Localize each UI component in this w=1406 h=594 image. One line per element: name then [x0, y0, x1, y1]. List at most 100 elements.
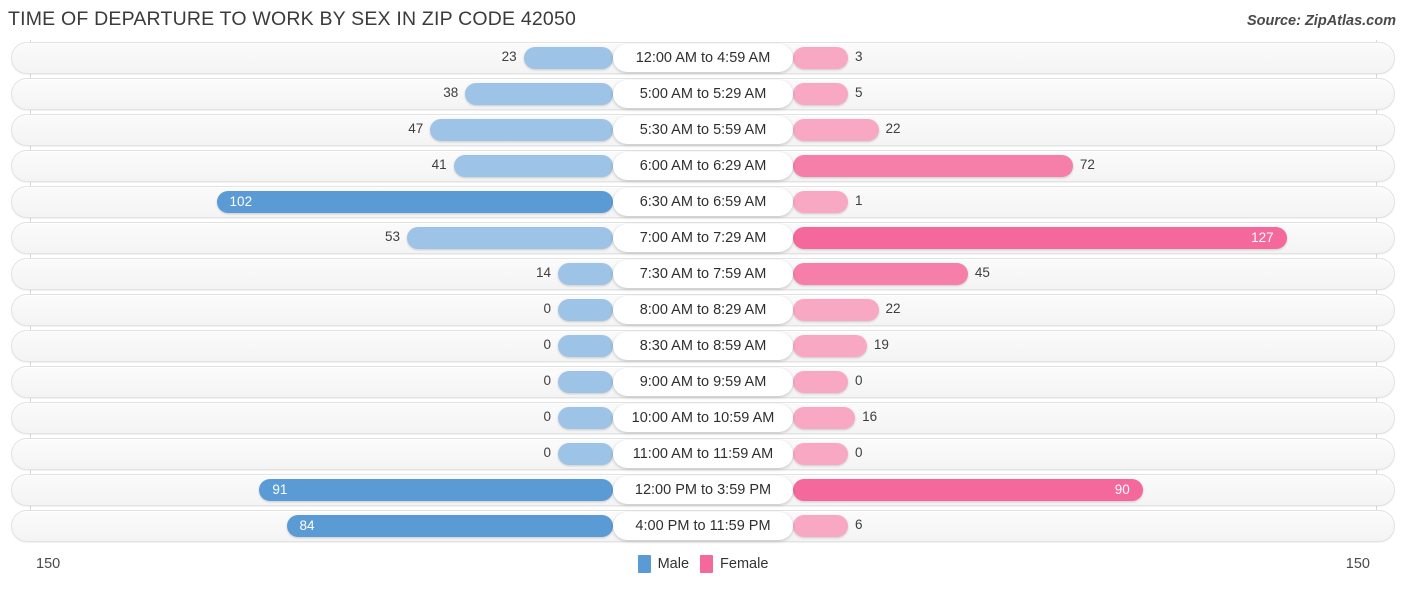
category-label: 7:00 AM to 7:29 AM [613, 224, 793, 252]
bar-female[interactable] [793, 155, 1073, 177]
bar-female[interactable] [793, 407, 856, 429]
bar-female[interactable] [793, 191, 848, 213]
bar-value-male: 0 [543, 373, 551, 388]
chart-footer: 150 150 Male Female [0, 548, 1406, 594]
bar-value-female: 3 [855, 49, 863, 64]
bar-male[interactable]: 102 [216, 191, 613, 213]
row-bars: 53 127 7:00 AM to 7:29 AM [0, 220, 1406, 256]
legend-label-male: Male [657, 556, 690, 572]
row-bars: 0 16 10:00 AM to 10:59 AM [0, 400, 1406, 436]
bar-female[interactable]: 127 [793, 227, 1287, 249]
bar-value-male: 0 [543, 445, 551, 460]
row-bars: 0 0 9:00 AM to 9:59 AM [0, 364, 1406, 400]
bar-male[interactable] [558, 371, 613, 393]
row-bars: 102 1 6:30 AM to 6:59 AM [0, 184, 1406, 220]
bar-value-female: 45 [974, 265, 990, 280]
category-label: 4:00 PM to 11:59 PM [613, 512, 793, 540]
chart-legend: Male Female [0, 555, 1406, 573]
bar-value-male: 14 [535, 265, 551, 280]
bar-female[interactable] [793, 263, 968, 285]
bar-value-female: 0 [855, 373, 863, 388]
bar-value-male: 84 [299, 518, 315, 534]
bar-value-male: 53 [384, 229, 401, 244]
row-bars: 14 45 7:30 AM to 7:59 AM [0, 256, 1406, 292]
category-label: 12:00 AM to 4:59 AM [613, 44, 793, 72]
bar-male[interactable]: 84 [286, 515, 613, 537]
chart-row: 14 45 7:30 AM to 7:59 AM [0, 256, 1406, 292]
bar-value-male: 47 [408, 121, 424, 136]
row-bars: 41 72 6:00 AM to 6:29 AM [0, 148, 1406, 184]
category-label: 11:00 AM to 11:59 AM [613, 440, 793, 468]
female-color-swatch-icon [700, 555, 714, 573]
bar-value-male: 0 [543, 301, 551, 316]
chart-row: 38 5 5:00 AM to 5:29 AM [0, 76, 1406, 112]
bar-value-female: 16 [862, 409, 878, 424]
chart-row: 0 19 8:30 AM to 8:59 AM [0, 328, 1406, 364]
bar-male[interactable] [407, 227, 613, 249]
bar-value-male: 0 [543, 337, 551, 352]
source-attribution: Source: ZipAtlas.com [1246, 13, 1396, 29]
bar-value-female: 127 [1251, 230, 1274, 246]
row-bars: 91 90 12:00 PM to 3:59 PM [0, 472, 1406, 508]
category-label: 8:30 AM to 8:59 AM [613, 332, 793, 360]
chart-row: 102 1 6:30 AM to 6:59 AM [0, 184, 1406, 220]
bar-female[interactable] [793, 83, 848, 105]
bar-female[interactable] [793, 515, 848, 537]
bar-value-male: 102 [229, 194, 253, 210]
bar-value-male: 0 [543, 409, 551, 424]
bar-value-female: 22 [885, 301, 901, 316]
bar-female[interactable] [793, 47, 848, 69]
chart-row: 53 127 7:00 AM to 7:29 AM [0, 220, 1406, 256]
category-label: 6:30 AM to 6:59 AM [613, 188, 793, 216]
category-label: 10:00 AM to 10:59 AM [613, 404, 793, 432]
bar-male[interactable] [558, 263, 613, 285]
bar-male[interactable] [430, 119, 613, 141]
bar-value-female: 22 [885, 121, 901, 136]
bar-male[interactable] [558, 335, 613, 357]
row-bars: 84 6 4:00 PM to 11:59 PM [0, 508, 1406, 544]
bar-male[interactable] [453, 155, 613, 177]
bar-value-male: 38 [443, 85, 459, 100]
bar-female[interactable]: 90 [793, 479, 1143, 501]
legend-item-female[interactable]: Female [700, 555, 768, 573]
legend-item-male[interactable]: Male [637, 555, 690, 573]
bar-value-male: 23 [501, 49, 517, 64]
chart-row: 84 6 4:00 PM to 11:59 PM [0, 508, 1406, 544]
row-bars: 0 0 11:00 AM to 11:59 AM [0, 436, 1406, 472]
bar-female[interactable] [793, 299, 879, 321]
row-bars: 0 22 8:00 AM to 8:29 AM [0, 292, 1406, 328]
category-label: 9:00 AM to 9:59 AM [613, 368, 793, 396]
chart-row: 0 16 10:00 AM to 10:59 AM [0, 400, 1406, 436]
chart-page: TIME OF DEPARTURE TO WORK BY SEX IN ZIP … [0, 0, 1406, 594]
bar-female[interactable] [793, 335, 867, 357]
bar-female[interactable] [793, 371, 848, 393]
legend-label-female: Female [720, 556, 769, 572]
bar-value-female: 1 [855, 193, 863, 208]
bar-value-male: 41 [431, 157, 447, 172]
bar-value-female: 72 [1079, 157, 1095, 172]
chart-row: 0 0 9:00 AM to 9:59 AM [0, 364, 1406, 400]
chart-row: 47 22 5:30 AM to 5:59 AM [0, 112, 1406, 148]
bar-value-female: 19 [873, 337, 889, 352]
category-label: 5:30 AM to 5:59 AM [613, 116, 793, 144]
chart-row: 0 0 11:00 AM to 11:59 AM [0, 436, 1406, 472]
bar-male[interactable] [558, 443, 613, 465]
bar-value-female: 6 [855, 517, 863, 532]
bar-male[interactable] [523, 47, 613, 69]
bar-male[interactable]: 91 [259, 479, 613, 501]
diverging-bar-plot: 23 3 12:00 AM to 4:59 AM 38 5 5:00 AM to 5:29… [0, 40, 1406, 548]
bar-male[interactable] [558, 299, 613, 321]
chart-row: 0 22 8:00 AM to 8:29 AM [0, 292, 1406, 328]
row-bars: 0 19 8:30 AM to 8:59 AM [0, 328, 1406, 364]
bar-male[interactable] [558, 407, 613, 429]
chart-header: TIME OF DEPARTURE TO WORK BY SEX IN ZIP … [0, 0, 1406, 40]
bar-female[interactable] [793, 443, 848, 465]
male-color-swatch-icon [637, 555, 651, 573]
category-label: 5:00 AM to 5:29 AM [613, 80, 793, 108]
bar-male[interactable] [465, 83, 613, 105]
row-bars: 47 22 5:30 AM to 5:59 AM [0, 112, 1406, 148]
chart-row: 91 90 12:00 PM to 3:59 PM [0, 472, 1406, 508]
row-bars: 23 3 12:00 AM to 4:59 AM [0, 40, 1406, 76]
category-label: 12:00 PM to 3:59 PM [613, 476, 793, 504]
bar-female[interactable] [793, 119, 879, 141]
